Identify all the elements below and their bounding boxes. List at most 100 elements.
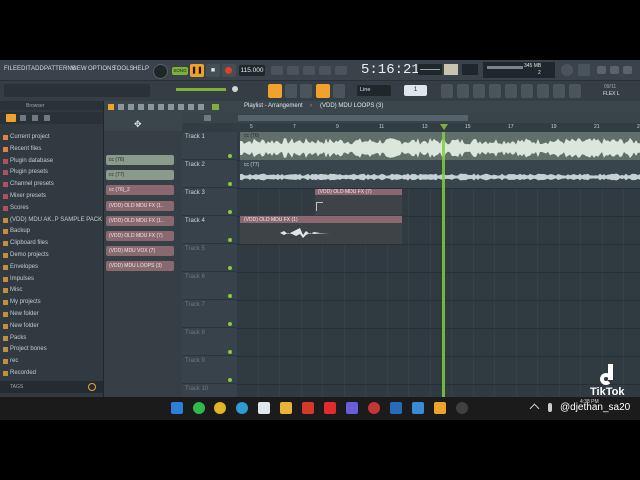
- browser-item[interactable]: Channel presets: [10, 181, 54, 187]
- metronome-small-icon[interactable]: [333, 84, 345, 98]
- browser-item[interactable]: Packs: [10, 335, 26, 341]
- search-icon[interactable]: [88, 383, 96, 391]
- timeline-ruler[interactable]: 57911131517192123: [182, 123, 640, 132]
- pattern-item[interactable]: (VDD) MDU LOOPS (3): [106, 261, 174, 272]
- opera-icon[interactable]: [368, 402, 380, 414]
- menu-view[interactable]: VIEW: [71, 66, 87, 72]
- playlist-play-icon[interactable]: [212, 104, 219, 110]
- pattern-item[interactable]: (VDD) OLD MDU FX (1..: [106, 200, 174, 211]
- microphone-tray-icon[interactable]: [548, 403, 552, 412]
- browser-item[interactable]: New folder: [10, 311, 39, 317]
- zoom-icon[interactable]: [188, 104, 194, 110]
- browser-sort-icon[interactable]: [44, 115, 50, 121]
- track-header[interactable]: Track 2: [182, 160, 236, 188]
- app-purple-icon[interactable]: [346, 402, 358, 414]
- browser-item[interactable]: Current project: [10, 134, 50, 140]
- track-header[interactable]: Track 8: [182, 328, 236, 356]
- menu-tools[interactable]: TOOLS: [113, 66, 134, 72]
- playlist-breadcrumb[interactable]: (VDD) MDU LOOPS (3): [320, 103, 383, 109]
- microphone-icon[interactable]: [553, 84, 565, 98]
- mute-icon[interactable]: [148, 104, 154, 110]
- track-mute-led[interactable]: [228, 266, 232, 270]
- metronome-icon[interactable]: [271, 66, 283, 75]
- app-red-icon[interactable]: [302, 402, 314, 414]
- browser-item[interactable]: (VDD) MDU AK..P SAMPLE PACK: [10, 217, 102, 223]
- maximize-icon[interactable]: [610, 66, 619, 74]
- browser-file-icon[interactable]: [32, 115, 38, 121]
- pitch-knob[interactable]: [232, 86, 238, 92]
- track-mute-led[interactable]: [228, 154, 232, 158]
- tempo-tapper-icon[interactable]: [521, 84, 533, 98]
- playlist-view-icon[interactable]: [268, 84, 282, 98]
- playlist-grid[interactable]: cc (76) cc (77) (VDD) OLD MDU FX (7) (VD…: [236, 132, 640, 419]
- menu-options[interactable]: OPTIONS: [88, 66, 116, 72]
- browser-item[interactable]: Project bones: [10, 346, 47, 352]
- select-icon[interactable]: [178, 104, 184, 110]
- plug-icon[interactable]: [537, 84, 549, 98]
- track-mute-led[interactable]: [228, 322, 232, 326]
- online-news-icon[interactable]: [561, 64, 573, 76]
- app-blue-icon[interactable]: [390, 402, 402, 414]
- piano-roll-icon[interactable]: [473, 84, 485, 98]
- app-settings-icon[interactable]: [456, 402, 468, 414]
- channel-rack-icon[interactable]: [457, 84, 469, 98]
- slip-icon[interactable]: [158, 104, 164, 110]
- track-mute-led[interactable]: [228, 378, 232, 382]
- browser-toggle-icon[interactable]: [489, 84, 501, 98]
- pat-song-toggle[interactable]: SONG: [172, 67, 188, 75]
- close-icon[interactable]: [623, 66, 632, 74]
- ruler-left-icon[interactable]: [204, 115, 211, 121]
- app-docs-icon[interactable]: [412, 402, 424, 414]
- master-pitch-slider[interactable]: [176, 88, 226, 91]
- magnet-icon[interactable]: [316, 84, 330, 98]
- move-icon[interactable]: ✥: [134, 119, 142, 130]
- snap-selector[interactable]: Line: [357, 85, 391, 96]
- paint-icon[interactable]: [128, 104, 134, 110]
- mixer-icon[interactable]: [441, 84, 453, 98]
- menu-help[interactable]: HELP: [133, 66, 149, 72]
- track-header[interactable]: Track 5: [182, 244, 236, 272]
- browser-item[interactable]: Backup: [10, 228, 30, 234]
- record-button[interactable]: [222, 64, 236, 77]
- browser-item[interactable]: Plugin presets: [10, 169, 48, 175]
- browser-folder-icon[interactable]: [20, 115, 26, 121]
- menu-edit[interactable]: EDIT: [17, 66, 31, 72]
- pattern-item[interactable]: cc (76): [106, 155, 174, 165]
- track-mute-led[interactable]: [228, 238, 232, 242]
- track-header[interactable]: Track 6: [182, 272, 236, 300]
- menu-file[interactable]: FILE: [4, 66, 17, 72]
- browser-item[interactable]: My projects: [10, 299, 41, 305]
- track-mute-led[interactable]: [228, 182, 232, 186]
- tray-chevron-icon[interactable]: [529, 403, 540, 414]
- minimize-icon[interactable]: [597, 66, 606, 74]
- store-icon[interactable]: [258, 402, 270, 414]
- browser-item[interactable]: rec: [10, 358, 18, 364]
- browser-item[interactable]: Recent files: [10, 146, 41, 152]
- browser-item[interactable]: Scores: [10, 205, 29, 211]
- channel-number-field[interactable]: 1: [404, 85, 427, 96]
- stop-button[interactable]: ■: [206, 64, 220, 77]
- menu-add[interactable]: ADD: [31, 66, 44, 72]
- browser-item[interactable]: New folder: [10, 323, 39, 329]
- delete-icon[interactable]: [138, 104, 144, 110]
- file-explorer-icon[interactable]: [280, 402, 292, 414]
- pattern-item[interactable]: (VDD) OLD MDU FX (7): [106, 231, 174, 241]
- play-button[interactable]: ❚❚: [190, 64, 204, 77]
- plugin-picker-icon[interactable]: [505, 84, 517, 98]
- slice-icon[interactable]: [168, 104, 174, 110]
- playhead-marker-icon[interactable]: [440, 124, 448, 130]
- help-icon[interactable]: [569, 84, 581, 98]
- browser-item[interactable]: Clipboard files: [10, 240, 48, 246]
- track-mute-led[interactable]: [228, 294, 232, 298]
- track-mute-led[interactable]: [228, 210, 232, 214]
- track-header[interactable]: Track 1: [182, 132, 236, 160]
- browser-item[interactable]: Misc: [10, 287, 22, 293]
- loop-record-icon[interactable]: [335, 66, 347, 75]
- tempo-display[interactable]: 115.000: [239, 65, 265, 76]
- edge-icon[interactable]: [236, 402, 248, 414]
- track-header[interactable]: Track 9: [182, 356, 236, 384]
- pattern-item[interactable]: (VDD) MDU VOX (7): [106, 246, 174, 257]
- arrow-right-icon[interactable]: [285, 84, 297, 98]
- pattern-item[interactable]: cc (77): [106, 170, 174, 181]
- track-header[interactable]: Track 7: [182, 300, 236, 328]
